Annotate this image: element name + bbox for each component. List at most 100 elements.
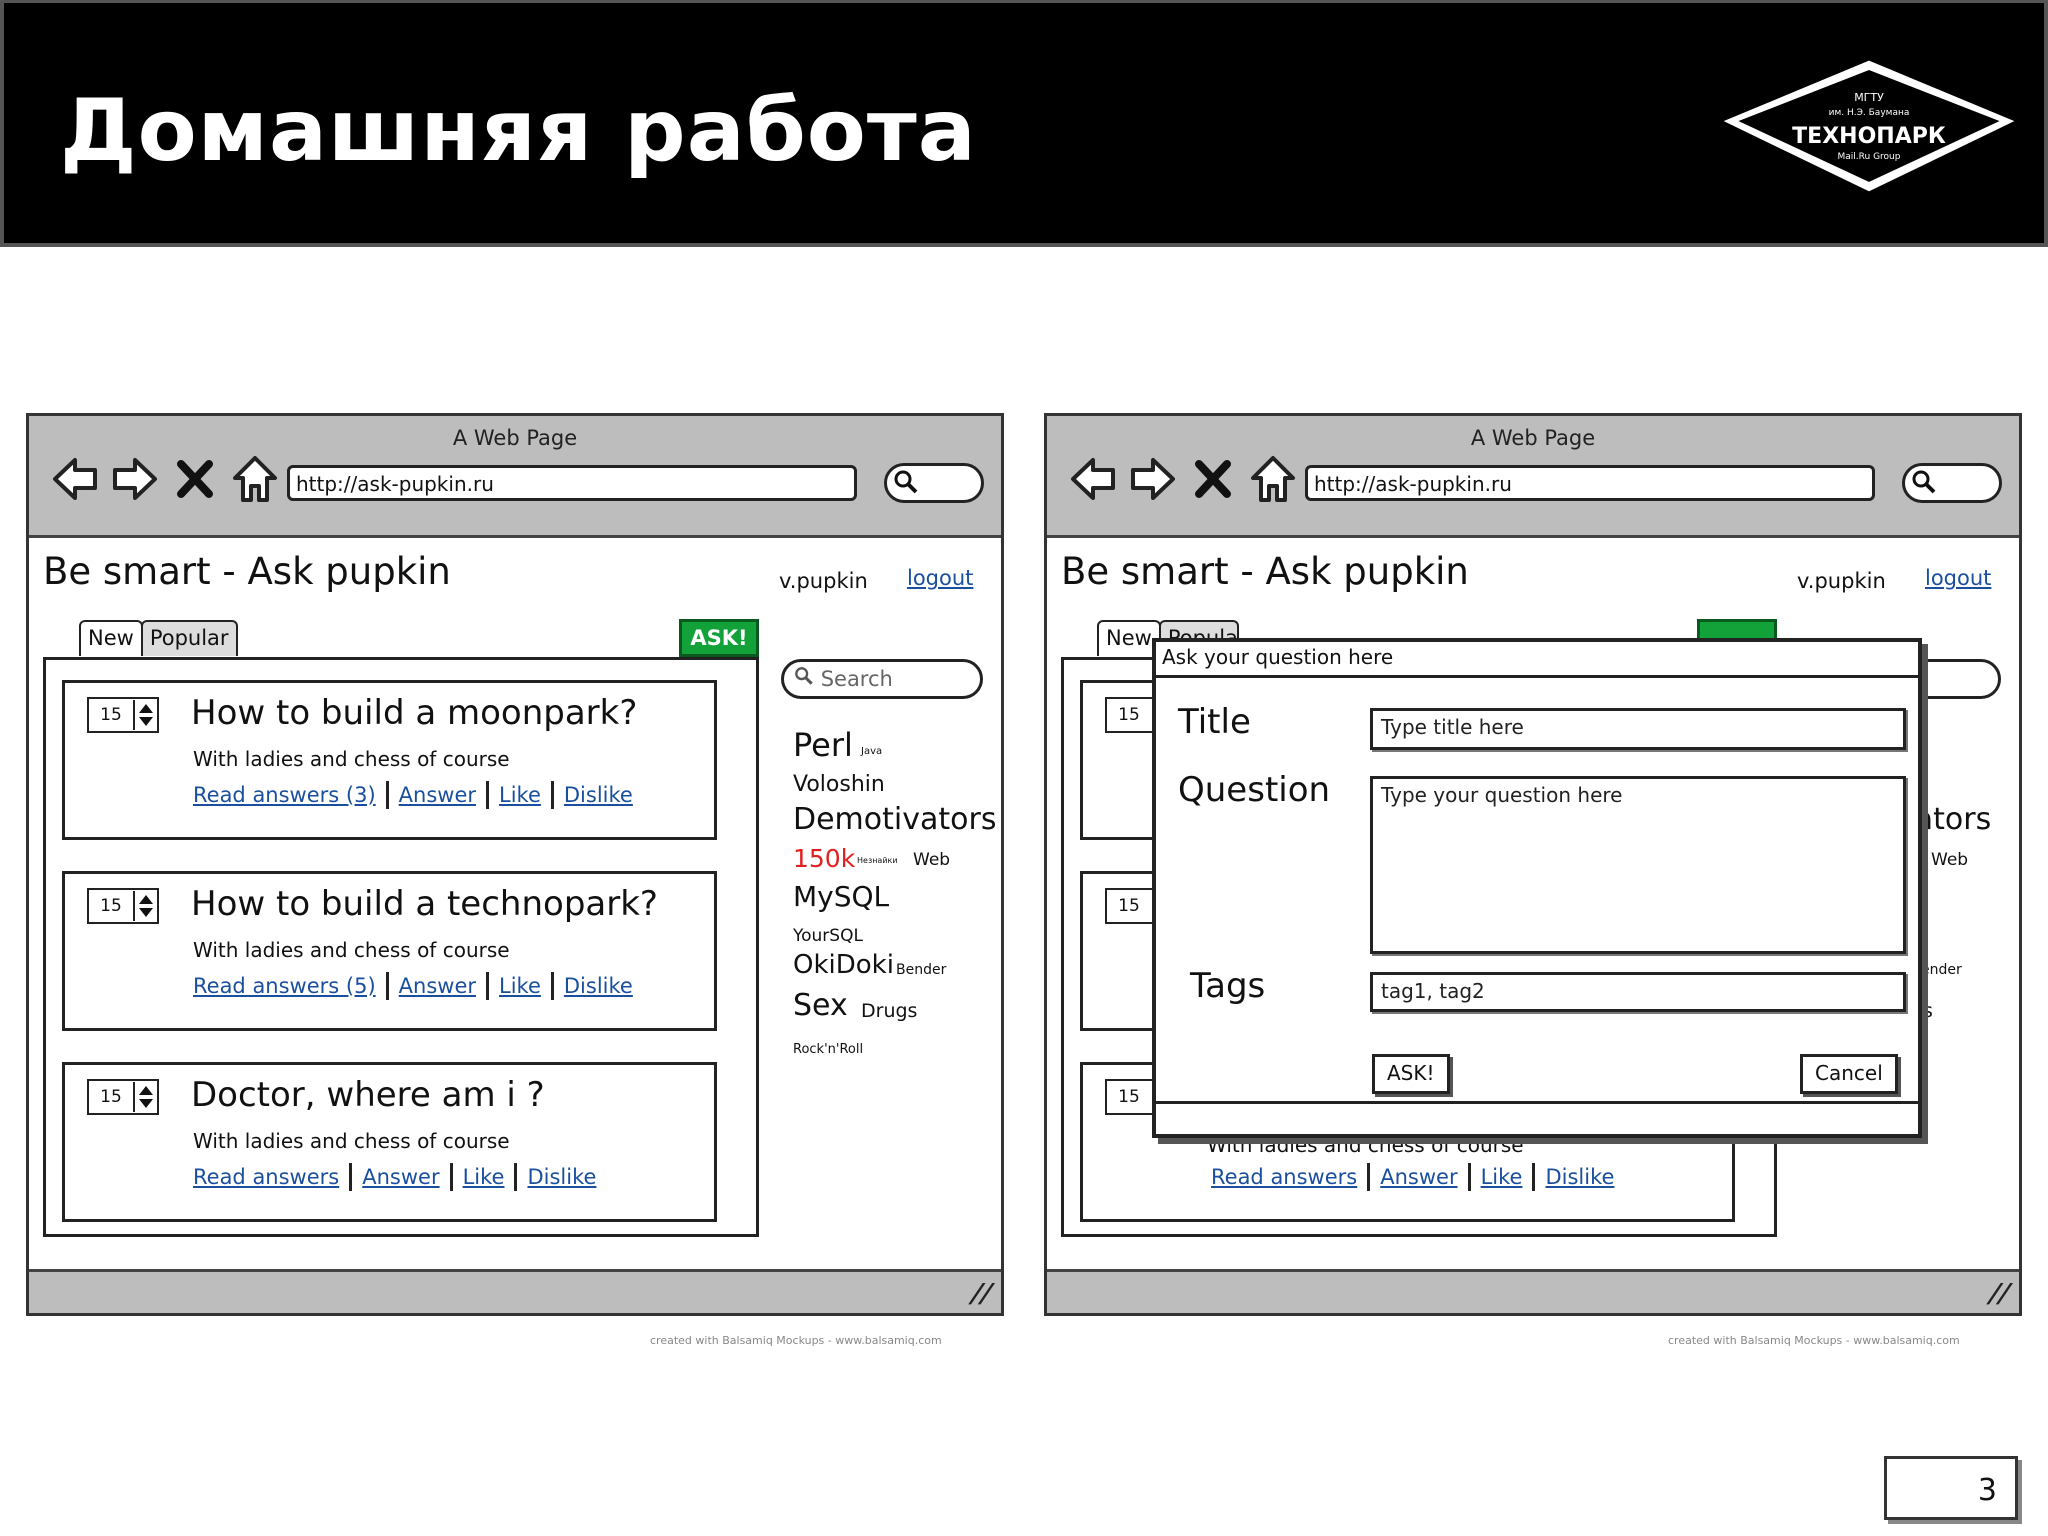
read-answers-link[interactable]: Read answers xyxy=(1211,1165,1357,1189)
modal-cancel-button[interactable]: Cancel xyxy=(1800,1054,1898,1094)
tag-link[interactable]: s xyxy=(1923,1000,1933,1022)
stop-x-icon[interactable] xyxy=(1189,454,1237,504)
tag-link[interactable]: YourSQL xyxy=(793,926,863,946)
question-textarea[interactable]: Type your question here xyxy=(1370,776,1906,954)
tag-link[interactable]: 150k xyxy=(793,844,855,873)
window-title: A Web Page xyxy=(452,426,578,450)
logout-link[interactable]: logout xyxy=(1925,566,1991,590)
tag-link[interactable]: Bender xyxy=(896,962,946,978)
tag-link[interactable]: ender xyxy=(1921,962,1962,978)
stop-x-icon[interactable] xyxy=(171,454,219,504)
logout-link[interactable]: logout xyxy=(907,566,973,590)
questions-panel: 15 How to build a moonpark? With ladies … xyxy=(43,657,759,1237)
question-subtitle: With ladies and chess of course xyxy=(193,938,510,962)
tag-link[interactable]: Java xyxy=(861,746,882,757)
separator xyxy=(1467,1163,1471,1191)
forward-arrow-icon[interactable] xyxy=(1129,454,1177,504)
vote-count: 15 xyxy=(100,896,122,916)
tag-link[interactable]: Sex xyxy=(793,988,848,1023)
separator xyxy=(514,1163,518,1191)
slide-header: Домашняя работа МГТУ им. Н.Э. Баумана ТЕ… xyxy=(0,0,2048,247)
separator xyxy=(349,1163,353,1191)
forward-arrow-icon[interactable] xyxy=(111,454,159,504)
vote-stepper[interactable]: 15 xyxy=(87,1079,159,1115)
tag-link[interactable]: Rock'n'Roll xyxy=(793,1042,863,1057)
like-link[interactable]: Like xyxy=(1481,1165,1523,1189)
site-title: Be smart - Ask pupkin xyxy=(43,550,451,593)
tags-label: Tags xyxy=(1190,966,1266,1006)
question-title[interactable]: How to build a moonpark? xyxy=(191,693,637,733)
modal-header: Ask your question here xyxy=(1156,642,1918,678)
modal-divider xyxy=(1156,1101,1918,1104)
browser-search-field[interactable] xyxy=(884,463,984,503)
title-input[interactable]: Type title here xyxy=(1370,708,1906,750)
tab-new[interactable]: New xyxy=(79,620,143,656)
modal-ask-button[interactable]: ASK! xyxy=(1372,1054,1450,1094)
tag-link[interactable]: Web xyxy=(913,850,950,870)
dislike-link[interactable]: Dislike xyxy=(527,1165,596,1189)
resize-grip-icon[interactable]: // xyxy=(967,1279,997,1309)
vote-stepper[interactable]: 15 xyxy=(1105,697,1159,733)
read-answers-link[interactable]: Read answers (5) xyxy=(193,974,376,998)
answer-link[interactable]: Answer xyxy=(1380,1165,1457,1189)
tag-link[interactable]: MySQL xyxy=(793,880,889,913)
question-title[interactable]: Doctor, where am i ? xyxy=(191,1075,545,1115)
tag-link[interactable]: OkiDoki xyxy=(793,950,894,980)
magnifier-icon xyxy=(794,667,814,691)
slide-title: Домашняя работа xyxy=(60,81,977,181)
browser-window-right: A Web Page http://ask-pupkin.ru Be smart… xyxy=(1044,413,2022,1316)
question-subtitle: With ladies and chess of course xyxy=(1207,1143,1524,1157)
answer-link[interactable]: Answer xyxy=(362,1165,439,1189)
updown-arrows-icon[interactable] xyxy=(133,700,157,730)
ask-button[interactable]: ASK! xyxy=(679,619,759,657)
vote-count: 15 xyxy=(100,1087,122,1107)
question-label: Question xyxy=(1178,770,1331,810)
tag-link[interactable]: Perl xyxy=(793,726,853,764)
back-arrow-icon[interactable] xyxy=(1069,454,1117,504)
dislike-link[interactable]: Dislike xyxy=(564,974,633,998)
browser-statusbar: // xyxy=(29,1269,1001,1313)
dislike-link[interactable]: Dislike xyxy=(564,783,633,807)
url-bar[interactable]: http://ask-pupkin.ru xyxy=(287,465,857,501)
vote-stepper[interactable]: 15 xyxy=(1105,888,1159,924)
ask-question-modal: Ask your question here Title Type title … xyxy=(1152,638,1922,1138)
tag-link[interactable]: Demotivators xyxy=(793,802,996,837)
vote-stepper[interactable]: 15 xyxy=(87,697,159,733)
answer-link[interactable]: Answer xyxy=(399,974,476,998)
vote-stepper[interactable]: 15 xyxy=(1105,1079,1159,1115)
home-icon[interactable] xyxy=(231,454,279,504)
read-answers-link[interactable]: Read answers xyxy=(193,1165,339,1189)
browser-statusbar: // xyxy=(1047,1269,2019,1313)
updown-arrows-icon[interactable] xyxy=(133,891,157,921)
question-actions: Read answers (3) Answer Like Dislike xyxy=(193,781,633,809)
technopark-logo: МГТУ им. Н.Э. Баумана ТЕХНОПАРК Mail.Ru … xyxy=(1716,55,2022,197)
tab-popular[interactable]: Popular xyxy=(140,620,238,656)
like-link[interactable]: Like xyxy=(463,1165,505,1189)
read-answers-link[interactable]: Read answers (3) xyxy=(193,783,376,807)
magnifier-icon xyxy=(1911,469,1937,499)
tags-input[interactable]: tag1, tag2 xyxy=(1370,972,1906,1012)
tag-link[interactable]: Voloshin xyxy=(793,772,885,797)
tag-link[interactable]: Web xyxy=(1931,850,1968,870)
search-input[interactable]: Search xyxy=(781,659,983,699)
slide-page-number: 3 xyxy=(1884,1456,2018,1520)
browser-toolbar: A Web Page http://ask-pupkin.ru xyxy=(29,416,1001,538)
question-subtitle: With ladies and chess of course xyxy=(193,1129,510,1153)
vote-stepper[interactable]: 15 xyxy=(87,888,159,924)
question-actions: Read answers Answer Like Dislike xyxy=(1211,1163,1614,1191)
tag-link[interactable]: Незнайки xyxy=(857,856,898,865)
browser-search-field[interactable] xyxy=(1902,463,2002,503)
back-arrow-icon[interactable] xyxy=(51,454,99,504)
home-icon[interactable] xyxy=(1249,454,1297,504)
like-link[interactable]: Like xyxy=(499,974,541,998)
answer-link[interactable]: Answer xyxy=(399,783,476,807)
question-card: 15 How to build a moonpark? With ladies … xyxy=(62,680,717,840)
search-placeholder: Search xyxy=(820,667,893,691)
tag-link[interactable]: Drugs xyxy=(861,1000,917,1022)
dislike-link[interactable]: Dislike xyxy=(1545,1165,1614,1189)
like-link[interactable]: Like xyxy=(499,783,541,807)
updown-arrows-icon[interactable] xyxy=(133,1082,157,1112)
url-bar[interactable]: http://ask-pupkin.ru xyxy=(1305,465,1875,501)
question-title[interactable]: How to build a technopark? xyxy=(191,884,658,924)
resize-grip-icon[interactable]: // xyxy=(1985,1279,2015,1309)
